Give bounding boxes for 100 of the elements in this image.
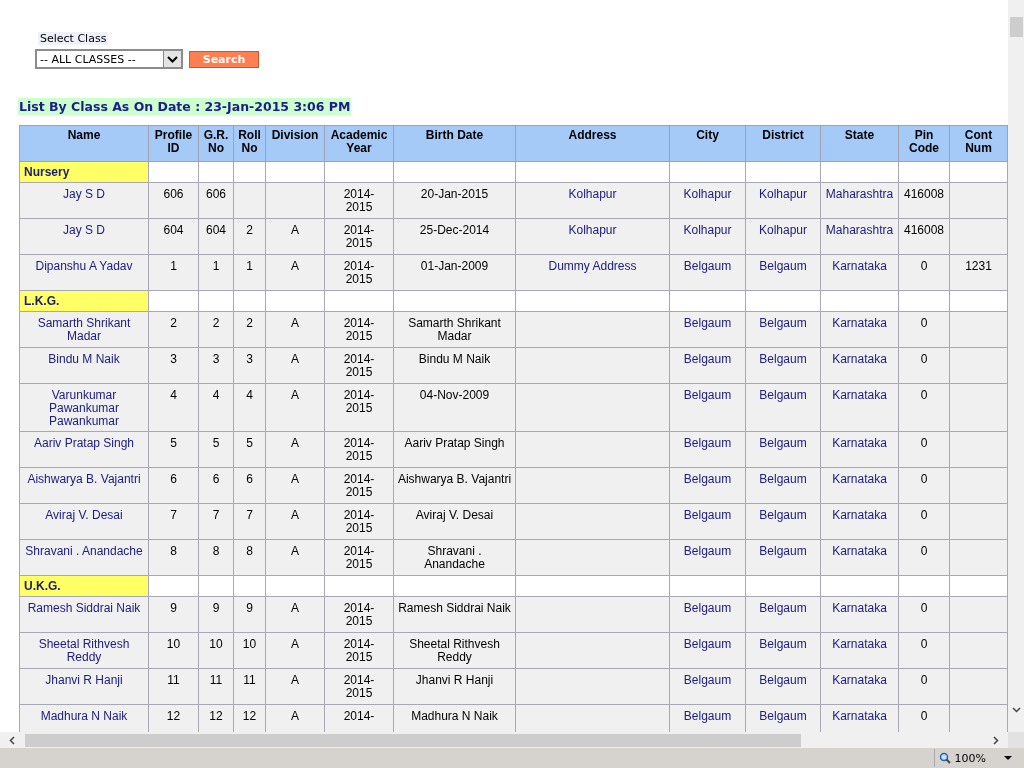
table-cell: 4: [148, 383, 199, 432]
table-cell: 0: [898, 596, 950, 633]
table-cell: Ramesh Siddrai Naik: [393, 596, 516, 633]
column-header: State: [820, 125, 899, 162]
column-header: District: [745, 125, 821, 162]
class-group-label: U.K.G.: [19, 575, 149, 597]
table-cell: Karnataka: [820, 254, 899, 291]
column-header: Pin Code: [898, 125, 950, 162]
table-cell: 2014-2015: [324, 596, 394, 633]
scroll-down-icon[interactable]: [1011, 705, 1021, 714]
table-cell: Belgaum: [669, 347, 746, 384]
table-cell: Belgaum: [669, 431, 746, 468]
table-cell: Karnataka: [820, 347, 899, 384]
scroll-left-icon[interactable]: [8, 735, 17, 745]
select-class-label: Select Class: [38, 32, 109, 45]
class-group-label: L.K.G.: [19, 290, 149, 312]
table-cell: Aariv Pratap Singh: [19, 431, 149, 468]
table-cell: 9: [148, 596, 199, 633]
zoom-control[interactable]: 100%: [933, 749, 1012, 767]
column-header: Division: [265, 125, 325, 162]
table-cell: A: [265, 431, 325, 468]
table-cell: A: [265, 596, 325, 633]
table-cell: Belgaum: [745, 704, 821, 732]
table-cell: A: [265, 503, 325, 540]
table-cell: Belgaum: [745, 503, 821, 540]
table-cell: 2014-2015: [324, 311, 394, 348]
table-cell: Karnataka: [820, 596, 899, 633]
table-cell: 2014-: [324, 704, 394, 732]
horizontal-scrollbar[interactable]: [0, 732, 1008, 748]
table-cell: 0: [898, 311, 950, 348]
column-header: Birth Date: [393, 125, 516, 162]
table-cell: 2014-2015: [324, 218, 394, 255]
table-cell: A: [265, 383, 325, 432]
table-cell: Dipanshu A Yadav: [19, 254, 149, 291]
table-cell: 01-Jan-2009: [393, 254, 516, 291]
table-cell: Belgaum: [745, 347, 821, 384]
table-cell: 2014-2015: [324, 431, 394, 468]
table-cell: A: [265, 347, 325, 384]
scrollbar-thumb[interactable]: [25, 733, 801, 747]
magnifier-icon: [938, 752, 951, 764]
column-header: G.R. No: [198, 125, 234, 162]
table-cell: Karnataka: [820, 503, 899, 540]
table-cell: Jhanvi R Hanji: [393, 668, 516, 705]
table-cell: Karnataka: [820, 632, 899, 669]
table-cell: Belgaum: [669, 632, 746, 669]
table-cell: Aariv Pratap Singh: [393, 431, 516, 468]
table-cell: 416008: [898, 182, 950, 219]
table-cell: Samarth Shrikant Madar: [19, 311, 149, 348]
table-cell: Karnataka: [820, 431, 899, 468]
table-cell: Belgaum: [745, 668, 821, 705]
table-cell: 0: [898, 347, 950, 384]
table-cell: A: [265, 311, 325, 348]
table-cell: 2014-2015: [324, 383, 394, 432]
table-cell: Karnataka: [820, 467, 899, 504]
scrollbar-thumb[interactable]: [1009, 17, 1023, 37]
table-cell: Kolhapur: [745, 182, 821, 219]
table-cell: Karnataka: [820, 311, 899, 348]
table-cell: 7: [148, 503, 199, 540]
table-cell: Belgaum: [669, 383, 746, 432]
table-cell: 8: [148, 539, 199, 576]
dropdown-caret-icon: [1004, 755, 1012, 761]
table-cell: Aishwarya B. Vajantri: [19, 467, 149, 504]
table-cell: 1: [148, 254, 199, 291]
table-cell: Belgaum: [745, 539, 821, 576]
table-cell: A: [265, 668, 325, 705]
table-cell: Belgaum: [745, 596, 821, 633]
table-cell: Belgaum: [745, 311, 821, 348]
column-header: Address: [515, 125, 670, 162]
table-cell: Jay S D: [19, 218, 149, 255]
table-cell: 0: [898, 383, 950, 432]
table-cell: 2014-2015: [324, 182, 394, 219]
table-cell: 1231: [949, 254, 1008, 291]
table-cell: 10: [148, 632, 199, 669]
table-cell: Ramesh Siddrai Naik: [19, 596, 149, 633]
table-cell: Sheetal Rithvesh Reddy: [19, 632, 149, 669]
table-cell: 416008: [898, 218, 950, 255]
table-cell: A: [265, 254, 325, 291]
table-cell: Sheetal Rithvesh Reddy: [393, 632, 516, 669]
dropdown-caret-icon: [163, 51, 181, 67]
table-cell: 2014-2015: [324, 503, 394, 540]
table-cell: 0: [898, 431, 950, 468]
table-cell: A: [265, 632, 325, 669]
column-header: Name: [19, 125, 149, 162]
table-cell: 0: [898, 668, 950, 705]
table-cell: Belgaum: [669, 467, 746, 504]
scroll-right-icon[interactable]: [991, 735, 1000, 745]
table-cell: Jhanvi R Hanji: [19, 668, 149, 705]
column-header: City: [669, 125, 746, 162]
table-cell: Belgaum: [669, 596, 746, 633]
class-select[interactable]: -- ALL CLASSES --: [35, 49, 183, 69]
table-cell: 4: [233, 383, 266, 432]
list-title: List By Class As On Date : 23-Jan-2015 3:06 PM: [18, 98, 352, 115]
vertical-scrollbar[interactable]: [1008, 0, 1024, 732]
table-cell: Aishwarya B. Vajantri: [393, 467, 516, 504]
table-cell: 0: [898, 632, 950, 669]
column-header: Profile ID: [148, 125, 199, 162]
table-cell: 11: [148, 668, 199, 705]
table-cell: Bindu M Naik: [19, 347, 149, 384]
table-cell: 2014-2015: [324, 668, 394, 705]
table-cell: Dummy Address: [515, 254, 670, 291]
